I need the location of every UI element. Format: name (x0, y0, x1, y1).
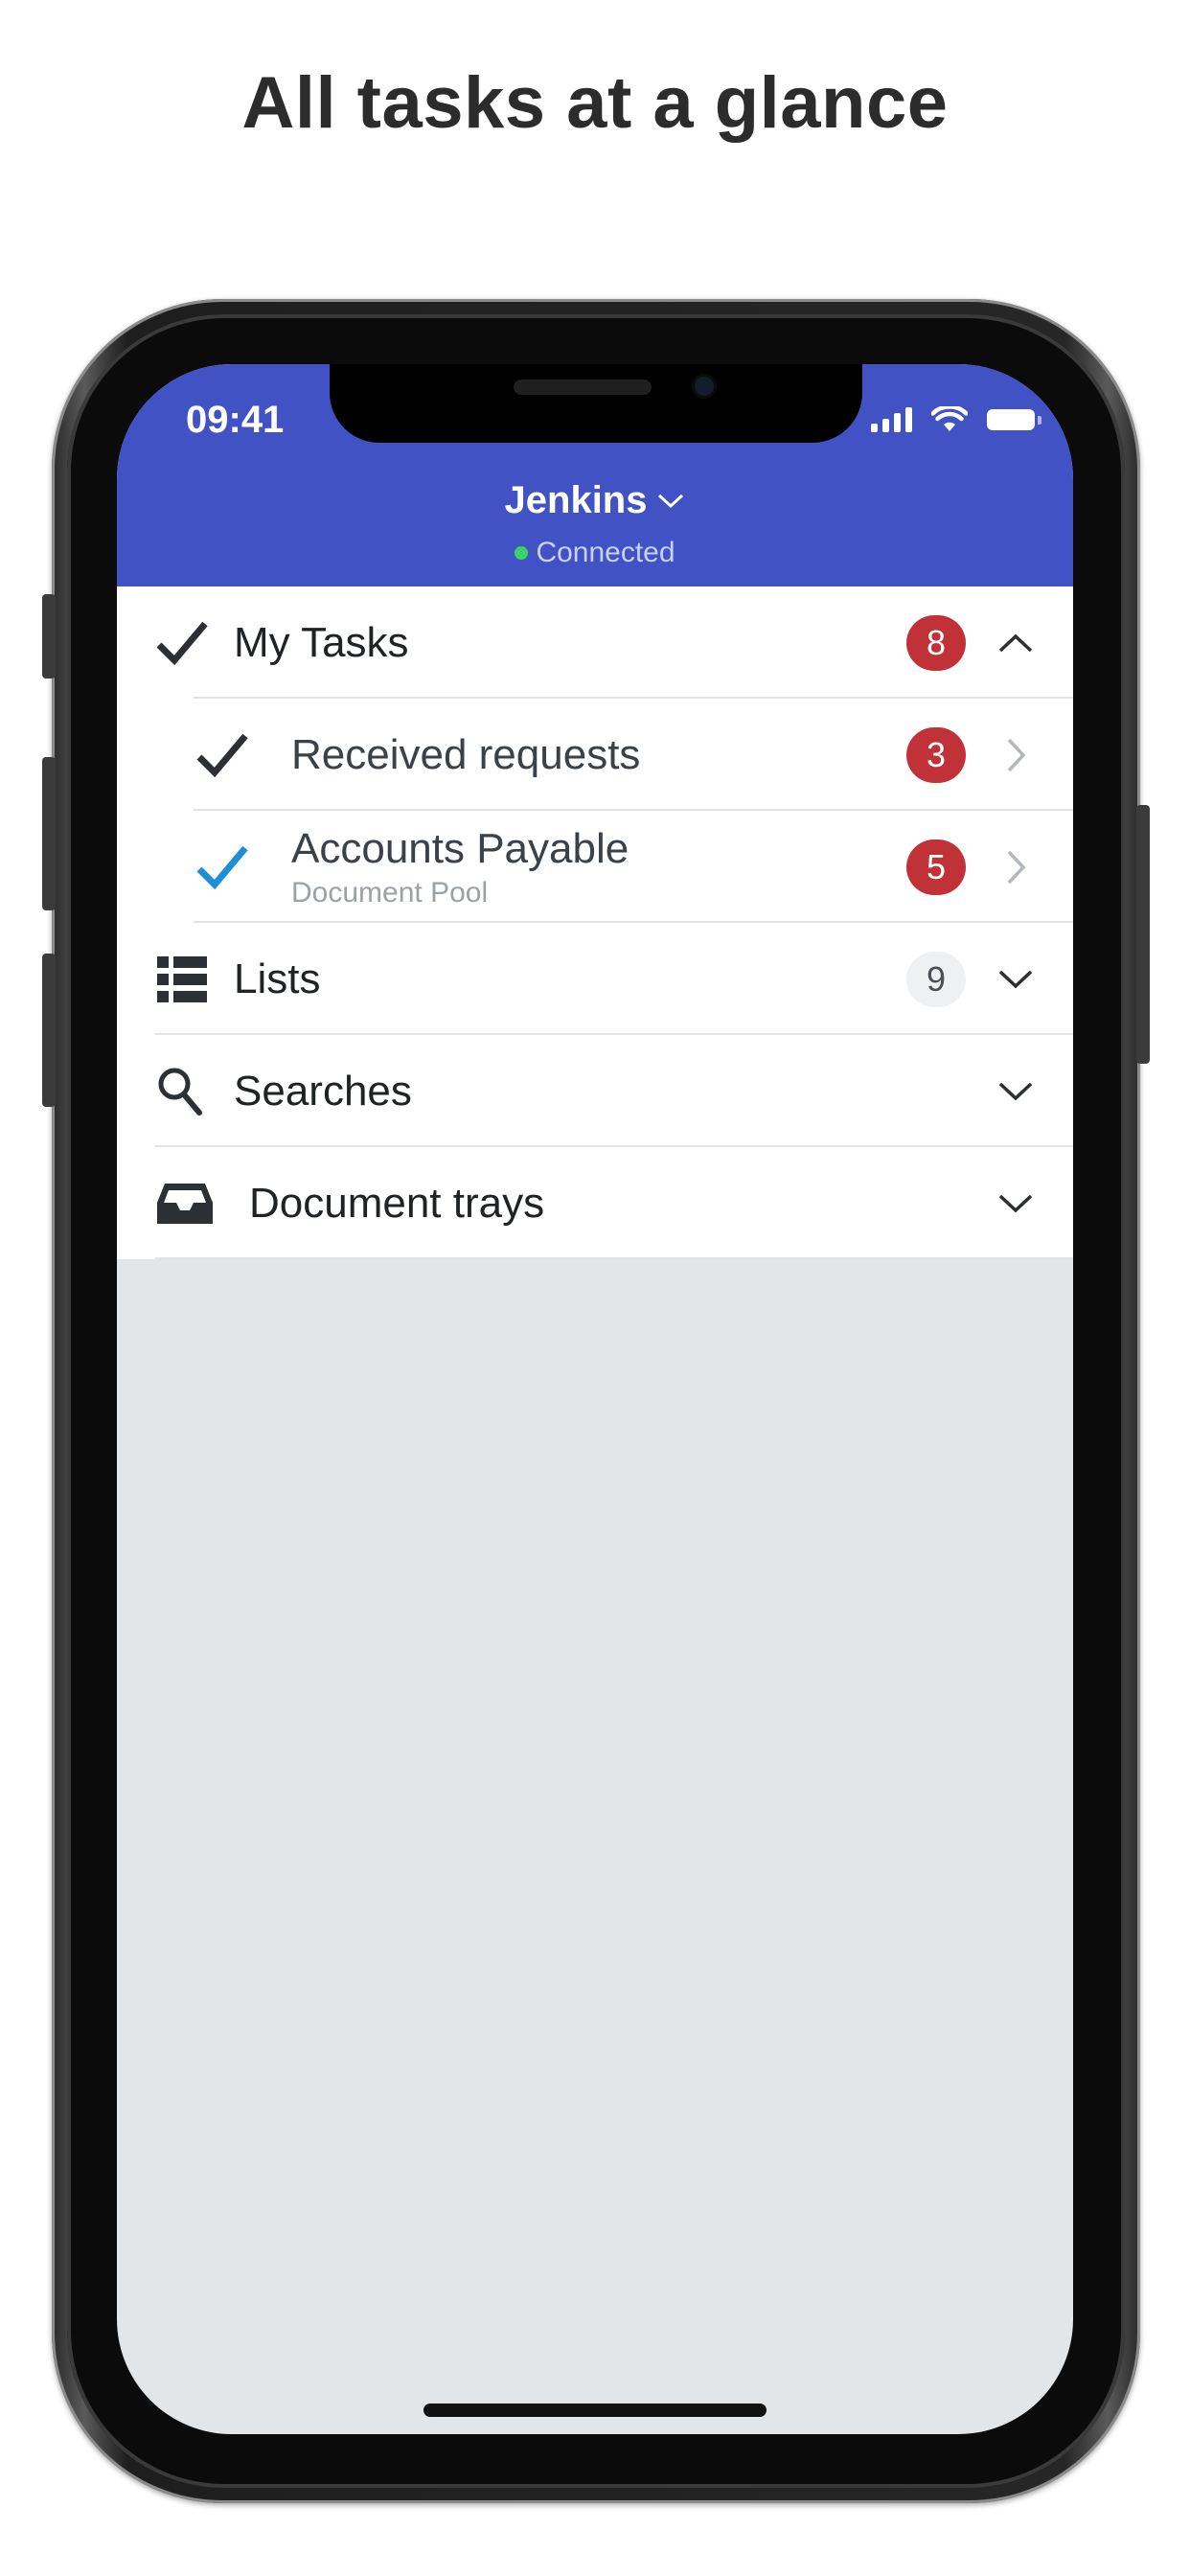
chevron-right-icon (996, 848, 1035, 886)
page-headline: All tasks at a glance (241, 62, 949, 144)
checkmark-icon (155, 616, 209, 670)
account-title: Jenkins (504, 479, 648, 521)
status-icons (871, 406, 1041, 433)
task-label: Received requests (291, 730, 641, 778)
section-label: Document trays (249, 1179, 545, 1227)
connection-status: Connected (117, 537, 1073, 569)
section-label: My Tasks (234, 618, 409, 666)
home-indicator[interactable] (423, 2404, 767, 2417)
phone-power-button (1136, 805, 1150, 1064)
chevron-down-icon[interactable] (996, 1072, 1035, 1111)
task-accounts-payable[interactable]: Accounts Payable Document Pool 5 (117, 811, 1073, 923)
count-badge: 9 (906, 951, 966, 1007)
section-label: Lists (234, 954, 321, 1002)
section-lists[interactable]: Lists 9 (117, 923, 1073, 1035)
task-received-requests[interactable]: Received requests 3 (117, 699, 1073, 811)
chevron-down-icon[interactable] (996, 1184, 1035, 1223)
navigation-list: My Tasks 8 Received requests 3 Accounts … (117, 586, 1073, 1259)
count-badge: 5 (906, 839, 966, 895)
connection-dot (515, 546, 529, 560)
battery-icon (987, 409, 1041, 430)
chevron-up-icon[interactable] (996, 624, 1035, 662)
wifi-icon (931, 406, 968, 431)
section-document-trays[interactable]: Document trays (117, 1147, 1073, 1259)
checkmark-icon (195, 840, 249, 894)
task-sublabel: Document Pool (291, 876, 489, 908)
chevron-right-icon (996, 736, 1035, 774)
inbox-tray-icon (155, 1182, 215, 1226)
app-screen: 09:41 Jenkins Connected My Tasks 8 Recei… (117, 364, 1073, 2434)
account-switcher[interactable]: Jenkins (117, 479, 1073, 522)
status-time: 09:41 (186, 399, 285, 441)
list-icon (155, 954, 209, 1004)
checkmark-icon (195, 728, 249, 782)
phone-side-button (42, 594, 56, 678)
count-badge: 8 (906, 614, 966, 671)
signal-icon (871, 407, 912, 432)
chevron-down-icon (658, 494, 684, 508)
phone-volume-down-button (42, 954, 56, 1107)
count-badge: 3 (906, 726, 966, 783)
section-my-tasks[interactable]: My Tasks 8 (117, 586, 1073, 699)
app-header: 09:41 Jenkins Connected (117, 364, 1073, 586)
task-label-group: Accounts Payable Document Pool (291, 825, 629, 909)
task-label: Accounts Payable (291, 824, 629, 872)
connection-status-text: Connected (536, 537, 675, 568)
chevron-down-icon[interactable] (996, 960, 1035, 999)
search-icon (155, 1065, 209, 1118)
section-searches[interactable]: Searches (117, 1035, 1073, 1147)
phone-volume-up-button (42, 757, 56, 910)
section-label: Searches (234, 1067, 412, 1115)
device-notch (330, 364, 862, 443)
